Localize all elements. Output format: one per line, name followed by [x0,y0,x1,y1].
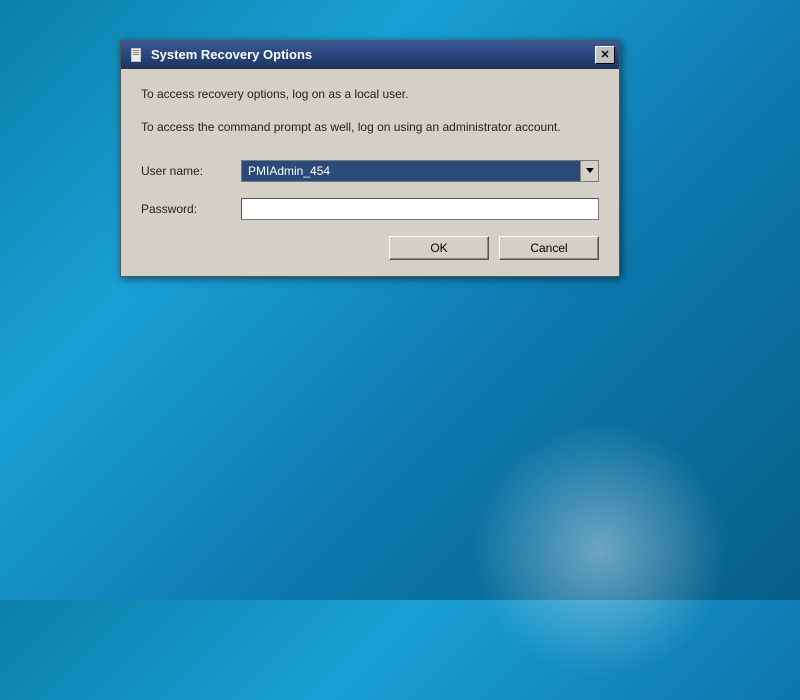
dialog-body: To access recovery options, log on as a … [121,69,619,276]
username-combobox[interactable]: PMIAdmin_454 [241,160,599,182]
close-icon: ✕ [600,48,609,61]
close-button[interactable]: ✕ [595,46,615,64]
ok-button[interactable]: OK [389,236,489,260]
instruction-text-1: To access recovery options, log on as a … [141,87,599,101]
username-row: User name: PMIAdmin_454 [141,160,599,182]
cancel-button[interactable]: Cancel [499,236,599,260]
chevron-down-icon [586,168,594,174]
app-icon [129,47,145,63]
username-value[interactable]: PMIAdmin_454 [242,161,580,181]
password-label: Password: [141,202,241,216]
username-dropdown-button[interactable] [580,161,598,181]
titlebar[interactable]: System Recovery Options ✕ [121,41,619,69]
desktop-glow [450,400,750,700]
instruction-text-2: To access the command prompt as well, lo… [141,119,599,136]
password-row: Password: [141,198,599,220]
recovery-options-dialog: System Recovery Options ✕ To access reco… [120,40,620,277]
button-row: OK Cancel [141,236,599,260]
password-input[interactable] [241,198,599,220]
titlebar-text: System Recovery Options [151,47,595,62]
username-label: User name: [141,164,241,178]
